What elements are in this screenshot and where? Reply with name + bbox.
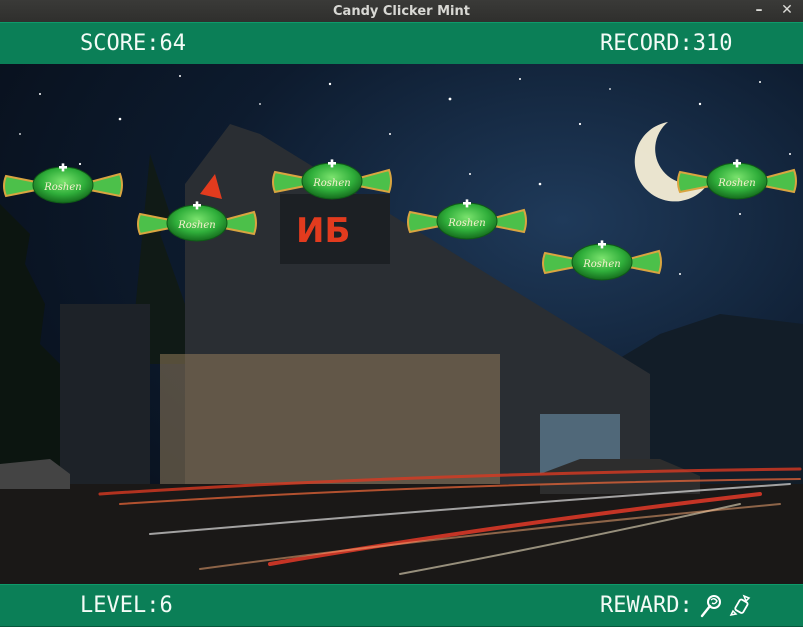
- level-label: LEVEL:: [80, 593, 160, 618]
- score-label: SCORE:: [80, 31, 160, 56]
- window-title: Candy Clicker Mint: [333, 3, 470, 19]
- record-value: 310: [692, 31, 733, 56]
- window-titlebar: Candy Clicker Mint – ✕: [0, 0, 803, 22]
- lollipop-icon[interactable]: [699, 594, 723, 618]
- game-scene[interactable]: ИБ: [0, 64, 803, 584]
- mint-candy[interactable]: [271, 158, 393, 204]
- store-sign: ИБ: [296, 211, 350, 251]
- minimize-icon[interactable]: –: [750, 2, 768, 18]
- close-icon[interactable]: ✕: [778, 2, 796, 18]
- mint-candy[interactable]: [406, 198, 528, 244]
- mint-candy[interactable]: [136, 200, 258, 246]
- mint-candy[interactable]: [2, 162, 124, 208]
- street: [0, 484, 803, 584]
- top-hud-bar: SCORE: 64 RECORD: 310: [0, 22, 803, 65]
- trees-left: [0, 204, 60, 494]
- mint-candy[interactable]: [676, 158, 798, 204]
- reward-label: REWARD:: [600, 593, 693, 618]
- side-building: [60, 304, 150, 484]
- score-value: 64: [159, 31, 186, 56]
- night-store-background: ИБ: [0, 75, 803, 584]
- mint-candy[interactable]: [541, 239, 663, 285]
- score-display: SCORE: 64: [80, 31, 186, 56]
- level-display: LEVEL: 6: [80, 593, 173, 618]
- level-value: 6: [159, 593, 173, 618]
- storefront-windows: [160, 354, 500, 484]
- reward-display: REWARD:: [600, 593, 753, 618]
- record-display: RECORD: 310: [600, 31, 732, 56]
- wrapped-candy-icon[interactable]: [729, 594, 753, 618]
- record-label: RECORD:: [600, 31, 693, 56]
- bottom-hud-bar: LEVEL: 6 REWARD:: [0, 584, 803, 627]
